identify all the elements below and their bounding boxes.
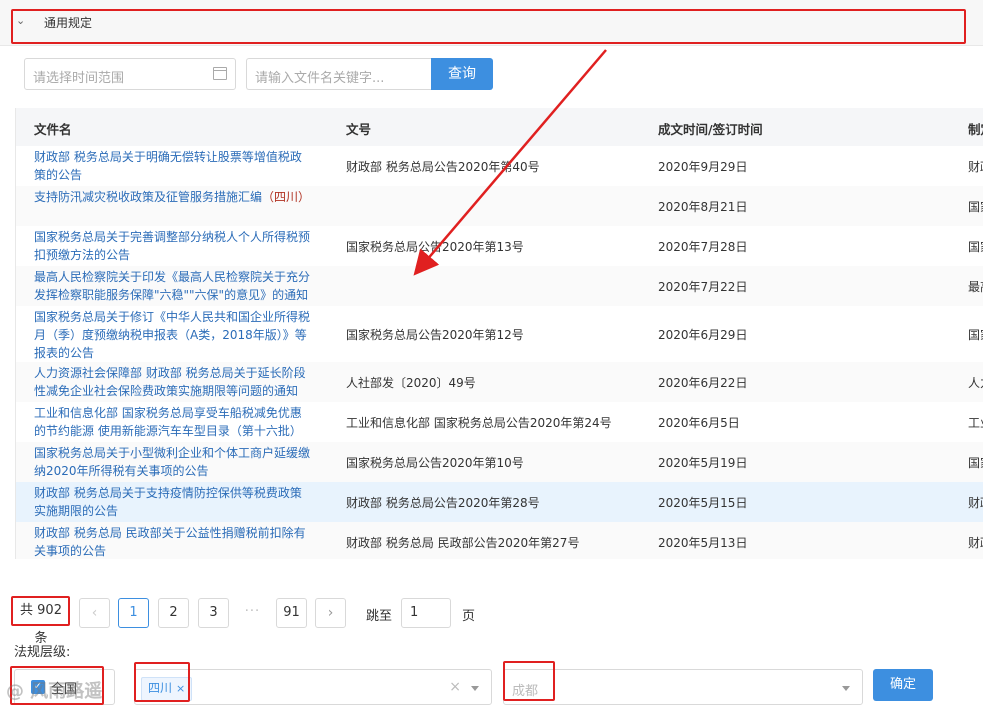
page-button-last[interactable]: 91	[276, 598, 307, 628]
city-select[interactable]: 成都	[503, 669, 863, 705]
annotation-box-province	[134, 662, 190, 702]
chevron-down-icon	[471, 686, 479, 691]
page-button-3[interactable]: 3	[198, 598, 229, 628]
page-ellipsis[interactable]: ···	[237, 598, 268, 628]
page-button-2[interactable]: 2	[158, 598, 189, 628]
prev-page-button[interactable]: ‹	[79, 598, 110, 628]
jump-page-input[interactable]: 1	[401, 598, 451, 628]
page-button-1[interactable]: 1	[118, 598, 149, 628]
annotation-box-city	[503, 661, 555, 701]
jump-label: 跳至	[366, 609, 393, 624]
level-label: 法规层级:	[14, 645, 71, 660]
page-unit: 页	[462, 609, 476, 624]
annotation-box-total	[11, 596, 70, 626]
chevron-down-icon	[842, 686, 850, 691]
next-page-button[interactable]: ›	[315, 598, 346, 628]
watermark: @ 风雨路遥	[6, 681, 103, 702]
confirm-button[interactable]: 确定	[873, 669, 933, 701]
clear-icon[interactable]: ×	[449, 679, 461, 695]
